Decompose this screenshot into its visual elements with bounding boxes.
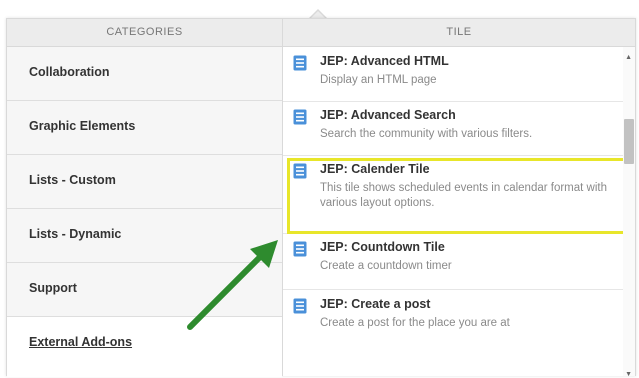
tile-scrollbar[interactable] (623, 47, 635, 376)
tile-icon (293, 241, 307, 257)
category-label: Lists - Dynamic (29, 227, 122, 241)
tile-list: JEP: Advanced HTML Display an HTML page … (283, 47, 635, 376)
tile-title: JEP: Calender Tile (320, 162, 430, 176)
scroll-up-icon[interactable]: ▲ (625, 54, 632, 61)
category-lists-custom[interactable]: Lists - Custom (7, 155, 282, 209)
tile-description: Search the community with various filter… (320, 128, 533, 140)
tile-title: JEP: Advanced HTML (320, 54, 449, 68)
category-graphic-elements[interactable]: Graphic Elements (7, 101, 282, 155)
tile-description: Create a post for the place you are at (320, 317, 510, 329)
tile-picker-panel: CATEGORIES Collaboration Graphic Element… (6, 18, 636, 378)
green-arrow-icon (187, 240, 278, 330)
tile-item-calender-tile[interactable]: JEP: Calender Tile This tile shows sched… (283, 155, 632, 234)
tile-title: JEP: Countdown Tile (320, 240, 445, 254)
category-label: Support (29, 281, 77, 295)
tile-item-countdown-tile[interactable]: JEP: Countdown Tile Create a countdown t… (283, 233, 623, 290)
tile-header: TILE (283, 19, 635, 47)
category-label: Graphic Elements (29, 119, 136, 133)
category-collaboration[interactable]: Collaboration (7, 47, 282, 101)
tile-description: This tile shows scheduled events in cale… (320, 182, 608, 209)
category-label: Lists - Custom (29, 173, 116, 187)
tile-title: JEP: Create a post (320, 297, 431, 311)
tile-icon (293, 109, 307, 125)
tile-icon (293, 163, 307, 179)
tile-title: JEP: Advanced Search (320, 108, 456, 122)
scrollbar-thumb[interactable] (624, 119, 634, 164)
categories-header: CATEGORIES (7, 19, 282, 47)
tile-item-advanced-html[interactable]: JEP: Advanced HTML Display an HTML page (283, 47, 623, 102)
tile-item-advanced-search[interactable]: JEP: Advanced Search Search the communit… (283, 101, 623, 156)
tile-icon (293, 298, 307, 314)
category-label: External Add-ons (29, 335, 133, 349)
tile-description: Display an HTML page (320, 74, 437, 86)
tile-icon (293, 55, 307, 71)
category-label: Collaboration (29, 65, 110, 79)
tile-description: Create a countdown timer (320, 260, 452, 272)
tile-item-create-a-post[interactable]: JEP: Create a post Create a post for the… (283, 290, 623, 350)
